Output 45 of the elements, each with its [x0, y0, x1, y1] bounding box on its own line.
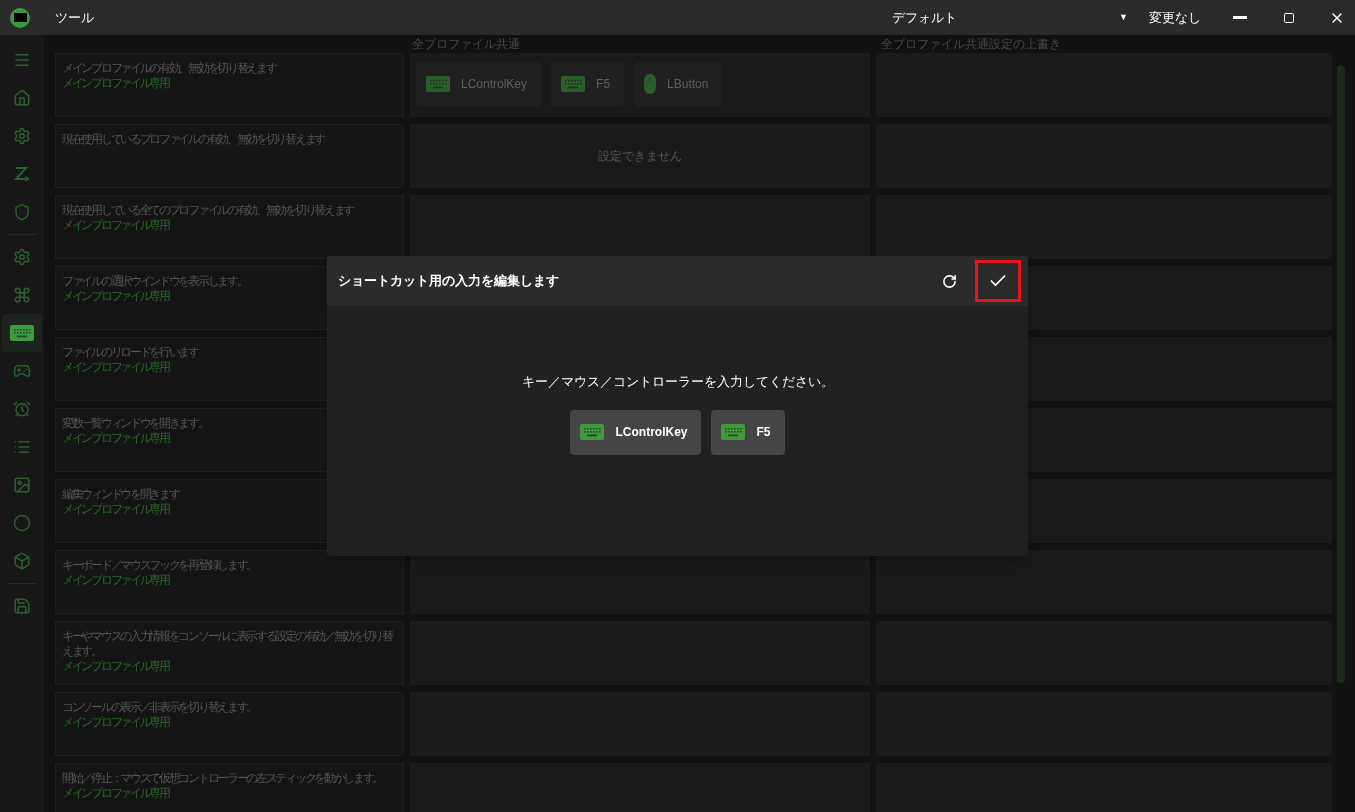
description-text: 変数一覧ウィンドウを開きます。: [62, 416, 208, 431]
dialog-title: ショートカット用の入力を編集します: [338, 272, 560, 291]
note-text: メインプロファイル専用: [62, 573, 169, 588]
refresh-icon: [941, 273, 957, 289]
shield-icon: [13, 203, 31, 221]
keyboard-icon: [561, 76, 586, 92]
note-text: メインプロファイル専用: [62, 76, 169, 91]
note-text: メインプロファイル専用: [62, 289, 169, 304]
image-icon: [13, 476, 31, 494]
keyboard-icon: [721, 424, 746, 440]
home-icon: [13, 89, 31, 107]
gear-icon: [13, 127, 31, 145]
command-icon: [13, 286, 31, 304]
list-icon: [13, 438, 31, 456]
save-icon: [13, 597, 31, 615]
note-text: メインプロファイル専用: [62, 659, 169, 674]
key-chip[interactable]: LControlKey: [570, 409, 702, 455]
confirm-button[interactable]: [975, 260, 1021, 302]
sidebar-item[interactable]: [2, 314, 42, 352]
mouse-icon: [644, 74, 657, 94]
z-arrow-icon: [13, 165, 31, 183]
keyboard-icon: [10, 325, 34, 341]
menu-icon: [13, 51, 31, 69]
note-text: メインプロファイル専用: [62, 218, 169, 233]
key-chip[interactable]: F5: [711, 409, 785, 455]
window-title: ツール: [55, 8, 94, 27]
app-logo-icon: [10, 7, 30, 28]
prompt-text: キー／マウス／コントローラーを入力してください。: [521, 373, 834, 391]
gear-icon: [13, 248, 31, 266]
alarm-clock-icon: [13, 400, 31, 418]
keyboard-icon: [426, 76, 450, 92]
note-text: メインプロファイル専用: [62, 360, 169, 375]
circle-icon: [13, 514, 31, 532]
note-text: メインプロファイル専用: [62, 715, 169, 730]
note-text: メインプロファイル専用: [62, 502, 169, 517]
note-text: メインプロファイル専用: [62, 786, 169, 801]
keyboard-icon: [580, 424, 605, 440]
cube-icon: [13, 552, 31, 570]
description-text: 編集ウィンドウを開きます: [62, 487, 179, 502]
status-text: 変更なし: [1149, 8, 1201, 27]
maximize-icon: [1283, 11, 1295, 24]
gamepad-icon: [13, 362, 31, 380]
note-text: メインプロファイル専用: [62, 431, 169, 446]
profile-dropdown[interactable]: デフォルト ▼: [884, 2, 1134, 33]
minimize-icon: [1233, 16, 1247, 19]
